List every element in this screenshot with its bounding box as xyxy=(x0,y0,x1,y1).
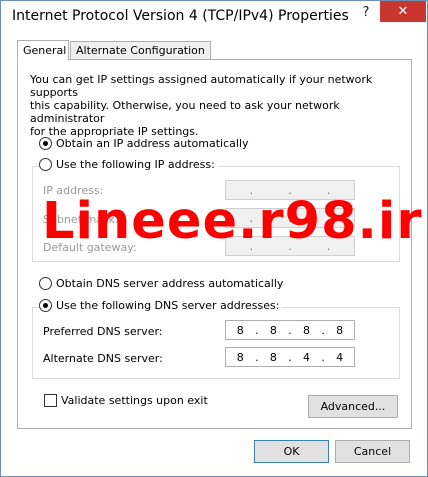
preferred-dns-label: Preferred DNS server: xyxy=(43,325,163,338)
alternate-dns-label: Alternate DNS server: xyxy=(43,352,163,365)
ok-button[interactable]: OK xyxy=(254,440,329,463)
validate-settings-checkbox-row[interactable]: Validate settings upon exit xyxy=(44,394,208,407)
close-button[interactable]: ✕ xyxy=(380,1,426,22)
radio-label: Use the following DNS server addresses: xyxy=(56,299,280,312)
dns-server-group xyxy=(32,307,400,379)
watermark-text: Lineee.r98.ir xyxy=(42,192,423,251)
radio-use-following-dns[interactable]: Use the following DNS server addresses: xyxy=(39,299,283,312)
window-title: Internet Protocol Version 4 (TCP/IPv4) P… xyxy=(12,8,349,24)
tab-alternate-configuration[interactable]: Alternate Configuration xyxy=(70,41,211,61)
radio-button-checked[interactable] xyxy=(39,137,52,150)
radio-obtain-ip-auto[interactable]: Obtain an IP address automatically xyxy=(39,137,249,150)
validate-settings-checkbox[interactable] xyxy=(44,394,57,407)
validate-settings-label: Validate settings upon exit xyxy=(61,394,208,407)
title-bar[interactable]: Internet Protocol Version 4 (TCP/IPv4) P… xyxy=(1,1,427,33)
radio-button-checked[interactable] xyxy=(39,299,52,312)
radio-label: Obtain DNS server address automatically xyxy=(56,277,284,290)
help-button[interactable]: ? xyxy=(358,5,374,23)
tab-general[interactable]: General xyxy=(17,40,69,61)
advanced-button[interactable]: Advanced... xyxy=(308,395,398,418)
radio-label: Obtain an IP address automatically xyxy=(56,137,249,150)
alternate-dns-input[interactable]: 8.8.4.4 xyxy=(225,347,355,367)
radio-label: Use the following IP address: xyxy=(56,158,215,171)
preferred-dns-input[interactable]: 8.8.8.8 xyxy=(225,320,355,340)
radio-use-following-ip[interactable]: Use the following IP address: xyxy=(39,158,218,171)
description-text: You can get IP settings assigned automat… xyxy=(30,73,373,138)
dialog-window: Internet Protocol Version 4 (TCP/IPv4) P… xyxy=(0,0,428,477)
radio-button-unchecked[interactable] xyxy=(39,277,52,290)
radio-button-unchecked[interactable] xyxy=(39,158,52,171)
radio-obtain-dns-auto[interactable]: Obtain DNS server address automatically xyxy=(39,277,283,290)
cancel-button[interactable]: Cancel xyxy=(335,440,410,463)
